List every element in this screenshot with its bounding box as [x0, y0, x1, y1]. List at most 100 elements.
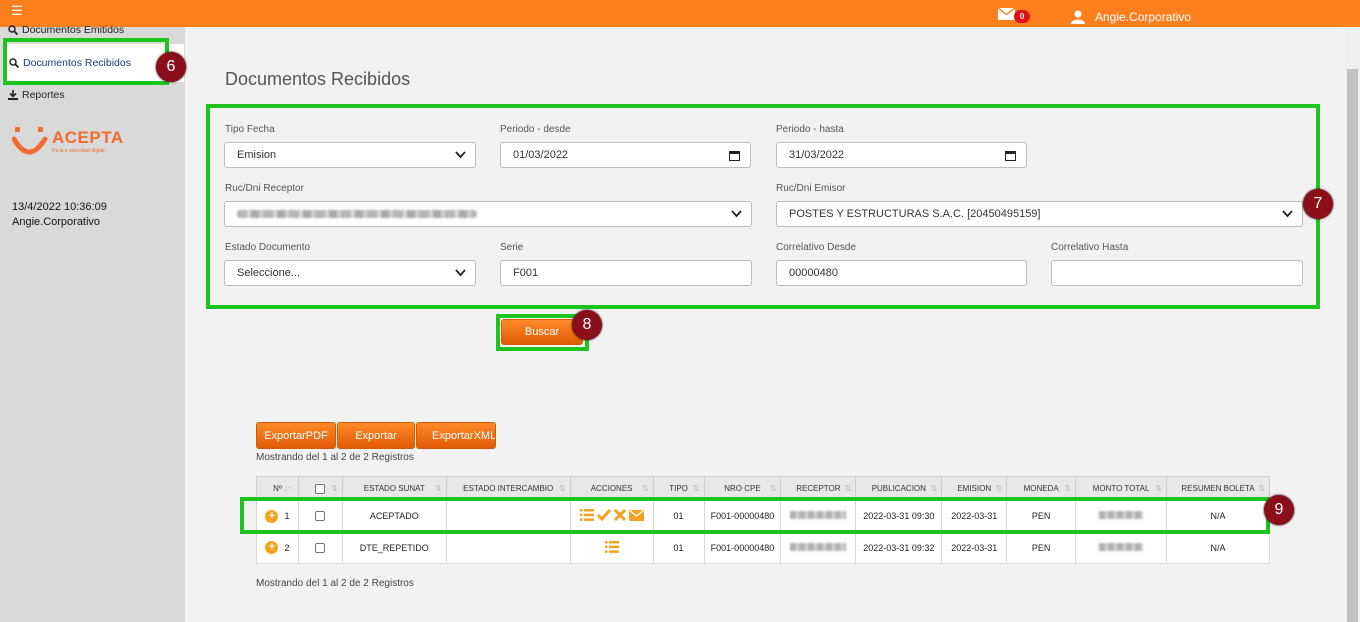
periodo-desde-value: 01/03/2022	[513, 149, 569, 161]
vertical-scrollbar[interactable]	[1345, 27, 1360, 622]
logo-tagline: Pa la e velocidad digital	[52, 148, 105, 154]
resumen-boleta-cell: N/A	[1166, 500, 1270, 532]
correlativo-hasta-input[interactable]	[1051, 260, 1303, 286]
exportar-pdf-button[interactable]: ExportarPDF	[256, 422, 336, 449]
chevron-down-icon	[1282, 210, 1293, 218]
redacted-value	[1099, 542, 1144, 551]
correlativo-desde-value: 00000480	[789, 267, 838, 279]
step-marker-6: 6	[156, 52, 186, 82]
sidebar-item-documentos-emitidos[interactable]: Documentos Emitidos	[8, 24, 124, 36]
user-icon[interactable]	[1071, 10, 1085, 27]
ruc-receptor-label: Ruc/Dni Receptor	[225, 183, 304, 194]
records-info-top: Mostrando del 1 al 2 de 2 Registros	[256, 452, 414, 463]
nro-cpe-link[interactable]: F001-00000480	[703, 500, 782, 532]
sort-icon: ↓↑	[283, 484, 292, 493]
estado-intercambio-cell	[445, 500, 571, 532]
sort-icon: ⇅	[331, 484, 338, 493]
row-number: 2	[284, 542, 290, 553]
sort-icon: ⇅	[1064, 484, 1072, 493]
serie-value: F001	[513, 267, 539, 279]
chevron-down-icon	[731, 210, 742, 218]
top-bar: ☰ 0 Angie.Corporativo	[0, 0, 1360, 27]
estado-sunat-cell: ACEPTADO	[341, 500, 447, 532]
sidebar-item-reportes[interactable]: Reportes	[8, 89, 65, 101]
records-info-bottom: Mostrando del 1 al 2 de 2 Registros	[256, 578, 414, 589]
sort-icon: ⇅	[558, 484, 566, 493]
col-header-monto-total[interactable]: MONTO TOTAL ⇅	[1075, 476, 1167, 501]
col-header-label: EMISION	[957, 484, 992, 493]
envelope-icon[interactable]	[998, 8, 1015, 20]
estado-documento-label: Estado Documento	[225, 242, 311, 253]
col-header-n[interactable]: Nº ↓↑	[256, 476, 299, 501]
exportar-button[interactable]: Exportar	[337, 422, 415, 449]
hamburger-icon[interactable]: ☰	[11, 4, 23, 17]
user-name[interactable]: Angie.Corporativo	[1095, 10, 1191, 24]
table-row: +1 ACEPTADO 01 F001-00000480 2022-03-31 …	[256, 500, 1270, 532]
col-header-resumen-boleta[interactable]: RESUMEN BOLETA ⇅	[1166, 476, 1270, 501]
moneda-cell: PEN	[1006, 500, 1077, 532]
search-icon	[8, 25, 18, 35]
download-icon	[8, 90, 18, 100]
emision-cell: 2022-03-31	[941, 500, 1008, 532]
col-header-acciones[interactable]: ACCIONES ⇅	[569, 476, 654, 501]
col-header-emision[interactable]: EMISION ⇅	[941, 476, 1008, 501]
row-checkbox[interactable]	[315, 511, 326, 522]
expand-row-icon[interactable]: +	[265, 509, 279, 523]
check-icon[interactable]	[596, 509, 611, 521]
ruc-emisor-select[interactable]: POSTES Y ESTRUCTURAS S.A.C. [20450495159…	[776, 201, 1303, 227]
calendar-icon[interactable]	[729, 150, 740, 161]
estado-sunat-cell: DTE_REPETIDO	[341, 531, 447, 564]
periodo-hasta-value: 31/03/2022	[789, 149, 845, 161]
periodo-hasta-label: Periodo - hasta	[776, 124, 844, 135]
col-header-estado-intercambio[interactable]: ESTADO INTERCAMBIO ⇅	[445, 476, 571, 501]
col-header-select[interactable]: ⇅	[297, 476, 343, 501]
tipo-fecha-value: Emision	[237, 149, 277, 161]
col-header-label: ESTADO SUNAT	[363, 484, 425, 493]
expand-row-icon[interactable]: +	[265, 541, 279, 554]
x-icon[interactable]	[613, 509, 626, 521]
col-header-nro-cpe[interactable]: NRO CPE ⇅	[703, 476, 782, 501]
periodo-desde-label: Periodo - desde	[500, 124, 571, 135]
col-header-estado-sunat[interactable]: ESTADO SUNAT ⇅	[341, 476, 447, 501]
ruc-receptor-select[interactable]	[224, 201, 752, 227]
col-header-label: NRO CPE	[724, 484, 761, 493]
col-header-label: Nº	[273, 484, 282, 493]
correlativo-desde-label: Correlativo Desde	[776, 242, 857, 253]
col-header-receptor[interactable]: RECEPTOR ⇅	[780, 476, 857, 501]
sort-icon: ⇅	[435, 484, 442, 493]
chevron-down-icon	[455, 269, 466, 277]
row-number-cell: +2	[256, 531, 299, 564]
redacted-value	[790, 542, 847, 551]
periodo-desde-date[interactable]: 01/03/2022	[500, 142, 751, 168]
search-icon	[9, 58, 19, 68]
select-all-checkbox[interactable]	[315, 483, 326, 494]
calendar-icon[interactable]	[1005, 150, 1016, 161]
correlativo-desde-input[interactable]: 00000480	[776, 260, 1027, 286]
session-user: Angie.Corporativo	[12, 216, 101, 228]
col-header-publicacion[interactable]: PUBLICACION ⇅	[855, 476, 943, 501]
mail-count-badge: 0	[1014, 10, 1030, 23]
row-select-cell	[297, 531, 343, 564]
envelope-icon[interactable]	[628, 509, 644, 521]
estado-documento-select[interactable]: Seleccione...	[224, 260, 476, 286]
acepta-logo: ACEPTA Pa la e velocidad digital	[12, 125, 124, 159]
col-header-moneda[interactable]: MONEDA ⇅	[1006, 476, 1077, 501]
col-header-tipo[interactable]: TIPO ⇅	[652, 476, 705, 501]
list-icon[interactable]	[579, 509, 594, 521]
scrollbar-thumb[interactable]	[1347, 69, 1358, 622]
periodo-hasta-date[interactable]: 31/03/2022	[776, 142, 1027, 168]
list-icon[interactable]	[604, 540, 619, 553]
monto-total-cell	[1075, 531, 1167, 564]
moneda-cell: PEN	[1006, 531, 1077, 564]
nro-cpe-link[interactable]: F001-00000480	[703, 531, 782, 564]
row-checkbox[interactable]	[315, 542, 326, 553]
serie-input[interactable]: F001	[500, 260, 752, 286]
resumen-boleta-cell: N/A	[1166, 531, 1270, 564]
exportar-xml-button[interactable]: ExportarXML	[416, 422, 496, 449]
col-header-label: PUBLICACION	[871, 484, 926, 493]
row-number-cell: +1	[256, 500, 299, 532]
tipo-fecha-select[interactable]: Emision	[224, 142, 476, 168]
buscar-button[interactable]: Buscar	[501, 319, 583, 345]
acciones-cell	[569, 500, 654, 532]
row-number: 1	[284, 511, 290, 521]
